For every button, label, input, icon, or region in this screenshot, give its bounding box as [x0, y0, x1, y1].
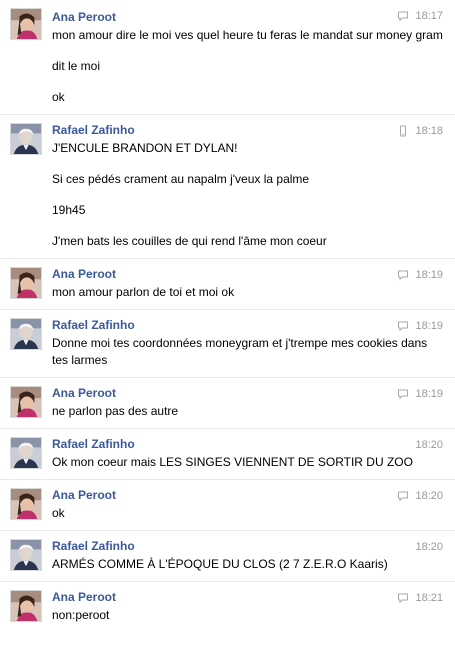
message-meta: 18:18 — [397, 124, 443, 138]
message-meta: 18:19 — [397, 268, 443, 282]
message-timestamp: 18:21 — [415, 592, 443, 604]
avatar-rafael-zafinho[interactable] — [10, 123, 42, 155]
sender-name-link[interactable]: Rafael Zafinho — [52, 122, 443, 138]
chat-bubble-icon — [397, 490, 409, 502]
chat-bubble-icon — [397, 269, 409, 281]
message-timestamp: 18:19 — [415, 269, 443, 281]
message-group: Ana Peroot 18:19 mon amour parlon de toi… — [0, 258, 455, 309]
message-meta: 18:21 — [397, 591, 443, 605]
message-timestamp: 18:20 — [415, 439, 443, 451]
avatar-rafael-zafinho[interactable] — [10, 539, 42, 571]
chat-bubble-icon — [397, 592, 409, 604]
message-group: Rafael Zafinho 18:19 Donne moi tes coord… — [0, 309, 455, 377]
sender-name-link[interactable]: Rafael Zafinho — [52, 317, 443, 333]
message-meta: 18:20 — [415, 438, 443, 452]
message-group: Ana Peroot 18:21 non:peroot — [0, 581, 455, 632]
message-group: Rafael Zafinho 18:20 Ok mon coeur mais L… — [0, 428, 455, 479]
message-group: Ana Peroot 18:19 ne parlon pas des autre — [0, 377, 455, 428]
message-meta: 18:20 — [415, 540, 443, 554]
message-thread: Ana Peroot 18:17 mon amour dire le moi v… — [0, 0, 455, 632]
message-text: ne parlon pas des autre — [52, 404, 179, 418]
message-timestamp: 18:18 — [415, 125, 443, 137]
avatar-ana-peroot[interactable] — [10, 267, 42, 299]
sender-name-link[interactable]: Ana Peroot — [52, 266, 443, 282]
message-meta: 18:17 — [397, 9, 443, 23]
sender-name-link[interactable]: Ana Peroot — [52, 385, 443, 401]
message-text: mon amour dire le moi ves quel heure tu … — [52, 28, 443, 42]
avatar-rafael-zafinho[interactable] — [10, 318, 42, 350]
message-text: J'men bats les couilles de qui rend l'âm… — [52, 234, 327, 248]
message-group: Rafael Zafinho 18:20 ARMÉS COMME À L'ÉPO… — [0, 530, 455, 581]
message-text: ok — [52, 90, 65, 104]
message-text: Ok mon coeur mais LES SINGES VIENNENT DE… — [52, 455, 413, 469]
sender-name-link[interactable]: Rafael Zafinho — [52, 436, 443, 452]
sender-name-link[interactable]: Ana Peroot — [52, 589, 443, 605]
message-text: J'ENCULE BRANDON ET DYLAN! — [52, 141, 238, 155]
sender-name-link[interactable]: Ana Peroot — [52, 9, 443, 25]
message-text: ok — [52, 506, 65, 520]
message-group: Ana Peroot 18:20 ok — [0, 479, 455, 530]
message-timestamp: 18:20 — [415, 541, 443, 553]
message-meta: 18:20 — [397, 489, 443, 503]
message-text: mon amour parlon de toi et moi ok — [52, 285, 235, 299]
message-timestamp: 18:20 — [415, 490, 443, 502]
avatar-ana-peroot[interactable] — [10, 488, 42, 520]
sender-name-link[interactable]: Ana Peroot — [52, 487, 443, 503]
sender-name-link[interactable]: Rafael Zafinho — [52, 538, 443, 554]
mobile-phone-icon — [397, 125, 409, 137]
message-meta: 18:19 — [397, 387, 443, 401]
message-text: dit le moi — [52, 59, 101, 73]
message-timestamp: 18:19 — [415, 320, 443, 332]
avatar-rafael-zafinho[interactable] — [10, 437, 42, 469]
message-text: ARMÉS COMME À L'ÉPOQUE DU CLOS (2 7 Z.E.… — [52, 557, 388, 571]
message-group: Rafael Zafinho 18:18 J'ENCULE BRANDON ET… — [0, 114, 455, 258]
message-group: Ana Peroot 18:17 mon amour dire le moi v… — [0, 0, 455, 114]
message-text: Donne moi tes coordonnées moneygram et j… — [52, 336, 431, 367]
chat-bubble-icon — [397, 10, 409, 22]
chat-bubble-icon — [397, 388, 409, 400]
message-text: non:peroot — [52, 608, 110, 622]
chat-bubble-icon — [397, 320, 409, 332]
message-text: 19h45 — [52, 203, 86, 217]
avatar-ana-peroot[interactable] — [10, 590, 42, 622]
avatar-ana-peroot[interactable] — [10, 8, 42, 40]
message-meta: 18:19 — [397, 319, 443, 333]
message-text: Si ces pédés crament au napalm j'veux la… — [52, 172, 310, 186]
message-timestamp: 18:19 — [415, 388, 443, 400]
avatar-ana-peroot[interactable] — [10, 386, 42, 418]
message-timestamp: 18:17 — [415, 10, 443, 22]
